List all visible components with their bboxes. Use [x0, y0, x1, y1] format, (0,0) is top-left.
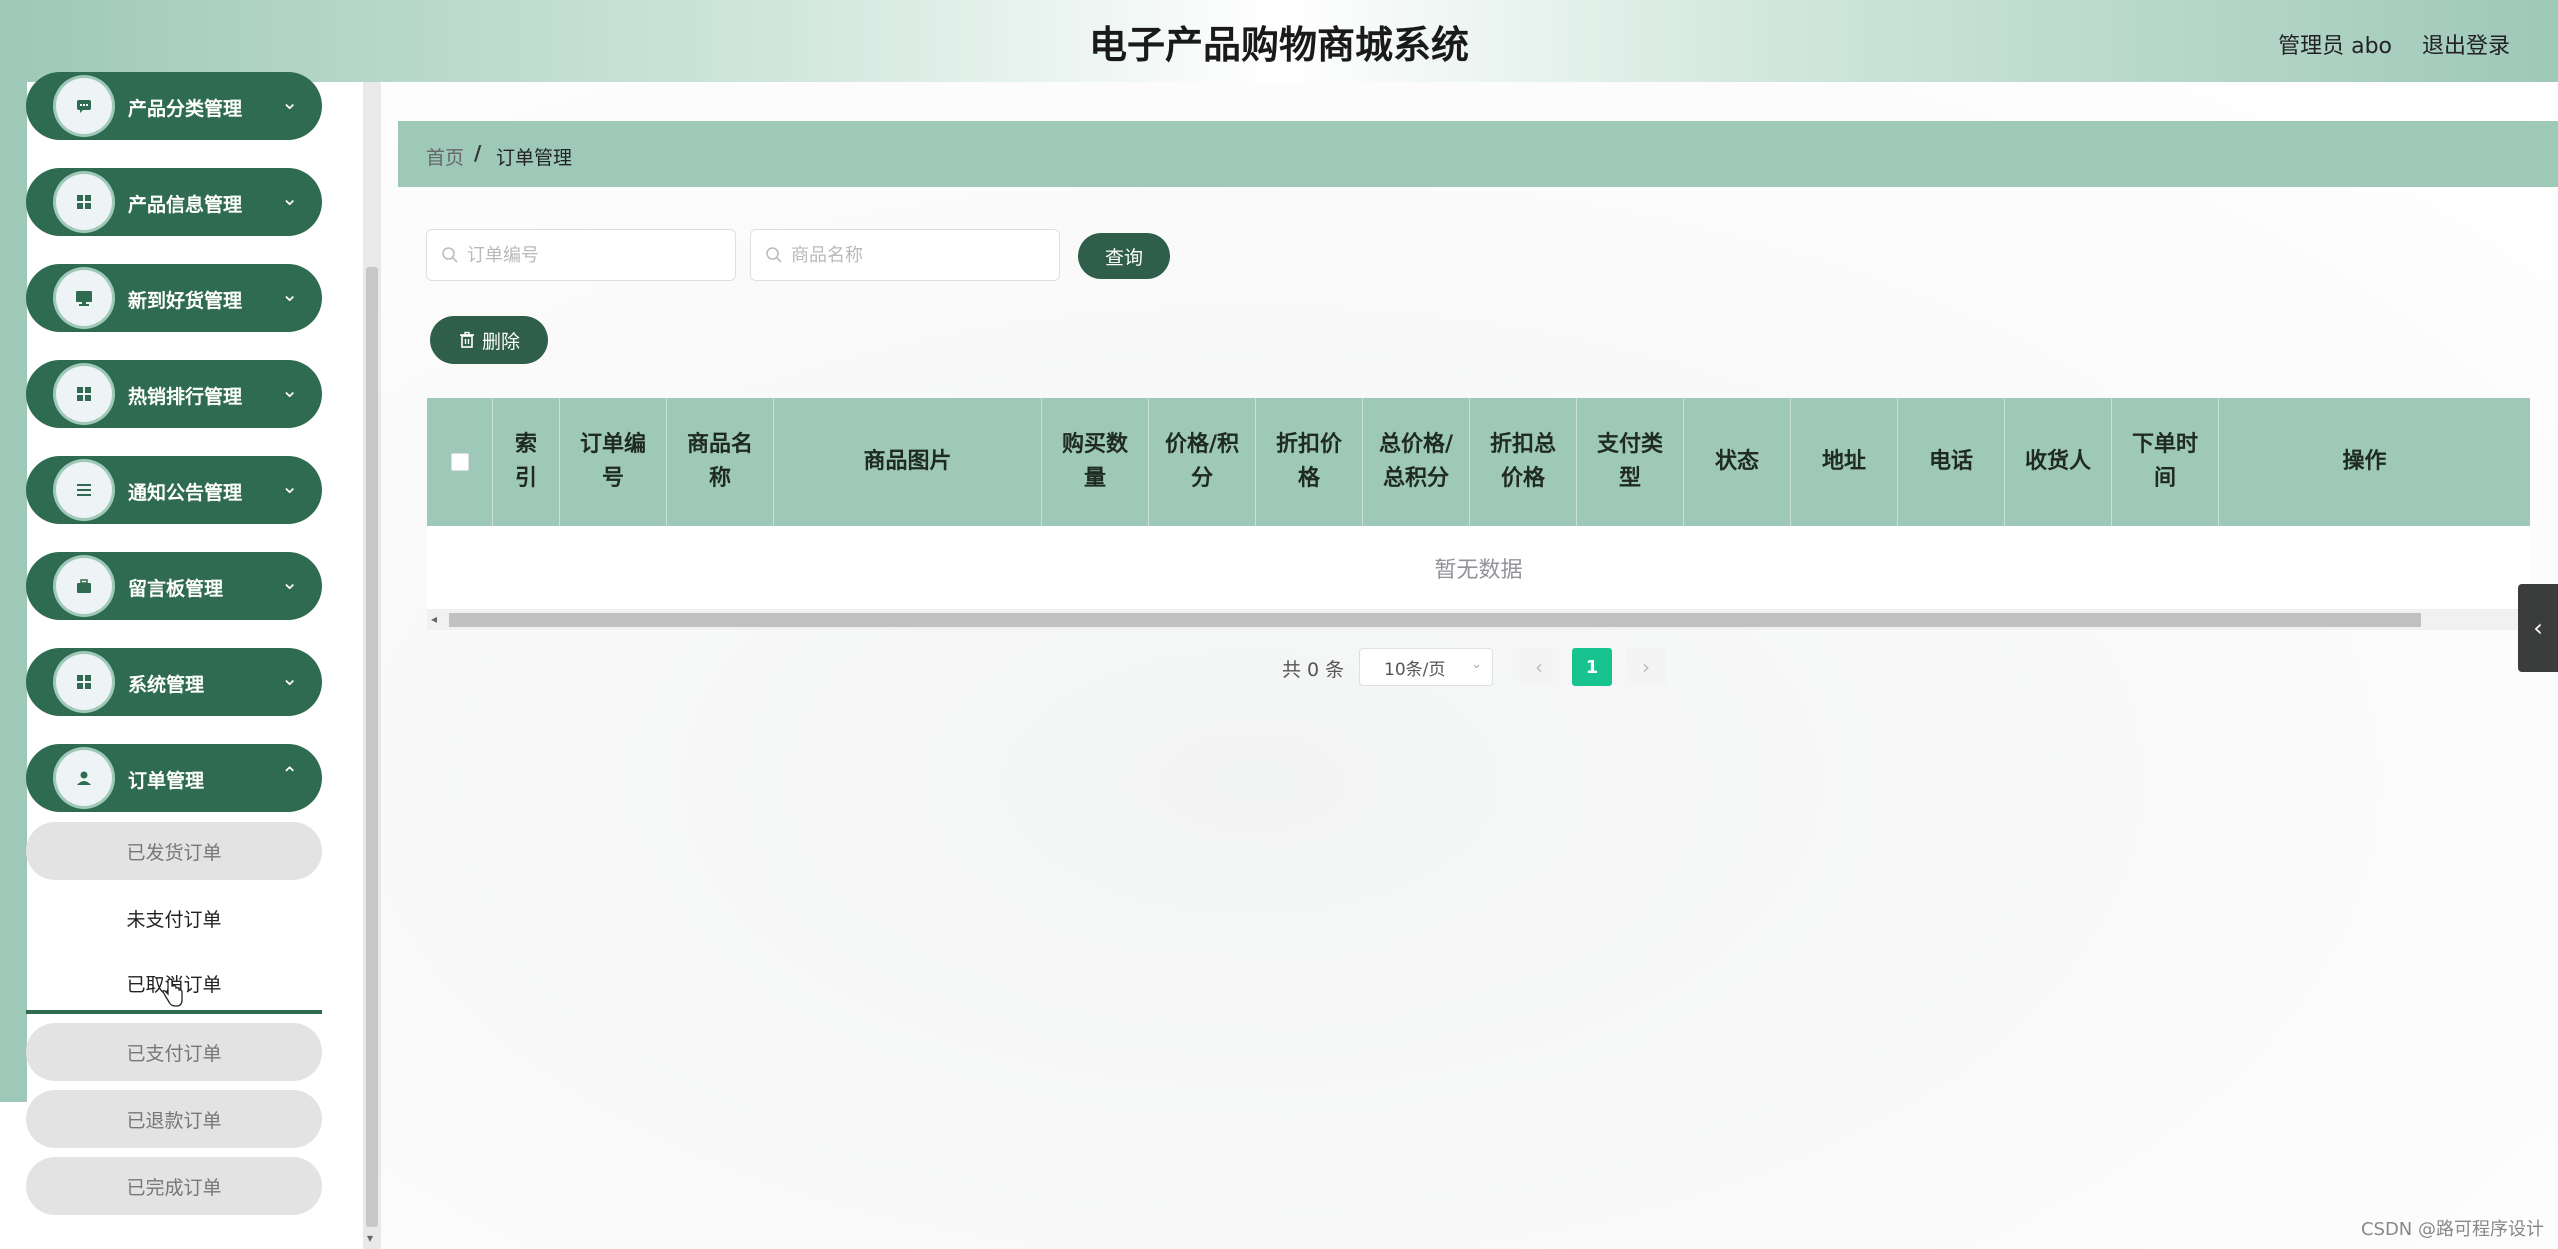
submenu-unpaid-orders[interactable]: 未支付订单 [26, 889, 322, 947]
sidebar-item-message-board[interactable]: 留言板管理 ⌄ [26, 552, 322, 620]
sidebar-item-product-info[interactable]: 产品信息管理 ⌄ [26, 168, 322, 236]
table-header: 索 引 订单编 号 商品名 称 商品图片 购买数 量 价格/积 分 折扣价 格 … [427, 398, 2530, 526]
col-discount-price[interactable]: 折扣价 格 [1256, 398, 1363, 526]
sidebar-scrollbar-thumb[interactable] [366, 267, 378, 1227]
page-size-value: 10条/页 [1384, 659, 1446, 680]
grid-icon [56, 366, 112, 422]
chevron-down-icon: ⌄ [281, 474, 298, 498]
breadcrumb-separator: / [474, 141, 482, 165]
breadcrumb-home[interactable]: 首页 [426, 143, 464, 170]
col-order-number[interactable]: 订单编 号 [560, 398, 667, 526]
sidebar-item-label: 新到好货管理 [128, 290, 243, 312]
top-header: 电子产品购物商城系统 管理员 abo 退出登录 [0, 0, 2558, 82]
col-phone[interactable]: 电话 [1898, 398, 2005, 526]
col-product-image[interactable]: 商品图片 [774, 398, 1042, 526]
chevron-down-icon: ⌄ [281, 186, 298, 210]
next-page-button[interactable]: › [1626, 648, 1666, 686]
orders-table: 索 引 订单编 号 商品名 称 商品图片 购买数 量 价格/积 分 折扣价 格 … [427, 398, 2530, 610]
submenu-refunded-orders[interactable]: 已退款订单 [26, 1090, 322, 1148]
col-address[interactable]: 地址 [1791, 398, 1898, 526]
empty-table-message: 暂无数据 [427, 526, 2530, 610]
col-payment-type[interactable]: 支付类 型 [1577, 398, 1684, 526]
order-number-search[interactable] [426, 229, 736, 281]
col-product-name[interactable]: 商品名 称 [667, 398, 774, 526]
submenu-paid-orders[interactable]: 已支付订单 [26, 1023, 322, 1081]
product-name-search[interactable] [750, 229, 1060, 281]
col-actions: 操作 [2342, 449, 2387, 474]
col-order-time[interactable]: 下单时 间 [2112, 398, 2219, 526]
col-discount-total[interactable]: 折扣总 价格 [1470, 398, 1577, 526]
logout-link[interactable]: 退出登录 [2422, 28, 2510, 60]
page-size-select[interactable]: 10条/页 ⌄ [1359, 648, 1493, 686]
sidebar-item-label: 留言板管理 [128, 578, 224, 600]
monitor-icon [56, 270, 112, 326]
sidebar-item-label: 产品分类管理 [128, 98, 243, 120]
select-all-cell[interactable] [427, 398, 493, 526]
chevron-down-icon: ⌄ [281, 282, 298, 306]
query-button[interactable]: 查询 [1078, 233, 1170, 279]
chevron-down-icon: ⌄ [1471, 657, 1482, 672]
watermark-text: CSDN @路可程序设计 [2360, 1219, 2544, 1240]
chat-icon [56, 78, 112, 134]
col-status[interactable]: 状态 [1684, 398, 1791, 526]
sidebar-item-label: 系统管理 [128, 674, 205, 696]
pagination-total: 共 0 条 [1282, 659, 1345, 681]
list-icon [56, 462, 112, 518]
sidebar-background [0, 82, 27, 1102]
col-total-price[interactable]: 总价格/ 总积分 [1363, 398, 1470, 526]
table-scrollbar-thumb[interactable] [449, 613, 2421, 627]
trash-icon [459, 331, 474, 348]
sidebar-item-label: 热销排行管理 [128, 386, 243, 408]
breadcrumb: 首页 / 订单管理 [398, 121, 2558, 187]
chevron-left-icon: ‹ [1535, 655, 1543, 679]
chevron-right-icon: › [1642, 655, 1650, 679]
table-horizontal-scrollbar[interactable]: ◂ [427, 610, 2530, 630]
sidebar-item-orders[interactable]: 订单管理 ⌃ [26, 744, 322, 812]
submenu-shipped-orders[interactable]: 已发货订单 [26, 822, 322, 880]
delete-button[interactable]: 删除 [430, 316, 548, 364]
collapse-panel-button[interactable]: ‹ [2518, 584, 2558, 672]
sidebar-item-label: 产品信息管理 [128, 194, 243, 216]
page-title: 电子产品购物商城系统 [1088, 23, 1469, 67]
search-icon [442, 247, 458, 263]
col-quantity[interactable]: 购买数 量 [1042, 398, 1149, 526]
sidebar-item-system[interactable]: 系统管理 ⌄ [26, 648, 322, 716]
page-number-button[interactable]: 1 [1572, 648, 1612, 686]
scroll-left-icon[interactable]: ◂ [431, 612, 437, 626]
order-number-input[interactable] [467, 240, 717, 270]
chevron-left-icon: ‹ [2533, 614, 2543, 642]
sidebar-scrollbar[interactable]: ▾ [363, 82, 381, 1249]
col-price-points[interactable]: 价格/积 分 [1149, 398, 1256, 526]
col-receiver[interactable]: 收货人 [2005, 398, 2112, 526]
submenu-completed-orders[interactable]: 已完成订单 [26, 1157, 322, 1215]
chevron-down-icon: ⌄ [281, 90, 298, 114]
chevron-down-icon: ⌄ [281, 570, 298, 594]
sidebar-item-new-arrivals[interactable]: 新到好货管理 ⌄ [26, 264, 322, 332]
grid-icon [56, 174, 112, 230]
product-name-input[interactable] [791, 240, 1041, 270]
current-user: 管理员 abo [2278, 34, 2392, 59]
sidebar-item-label: 订单管理 [128, 770, 205, 792]
hand-cursor-icon [162, 978, 183, 1007]
user-icon [56, 750, 112, 806]
grid-icon [56, 654, 112, 710]
delete-label: 删除 [481, 331, 520, 353]
sidebar-item-notice[interactable]: 通知公告管理 ⌄ [26, 456, 322, 524]
scroll-down-icon[interactable]: ▾ [367, 1231, 373, 1245]
chevron-up-icon: ⌃ [281, 762, 298, 786]
chevron-down-icon: ⌄ [281, 666, 298, 690]
col-index[interactable]: 索 引 [493, 398, 560, 526]
breadcrumb-current: 订单管理 [496, 147, 573, 169]
briefcase-icon [56, 558, 112, 614]
chevron-down-icon: ⌄ [281, 378, 298, 402]
sidebar-item-label: 通知公告管理 [128, 482, 243, 504]
sidebar-item-hot-sales[interactable]: 热销排行管理 ⌄ [26, 360, 322, 428]
select-all-checkbox[interactable] [450, 453, 469, 471]
prev-page-button[interactable]: ‹ [1519, 648, 1559, 686]
sidebar-item-category[interactable]: 产品分类管理 ⌄ [26, 72, 322, 140]
search-icon [766, 247, 782, 263]
